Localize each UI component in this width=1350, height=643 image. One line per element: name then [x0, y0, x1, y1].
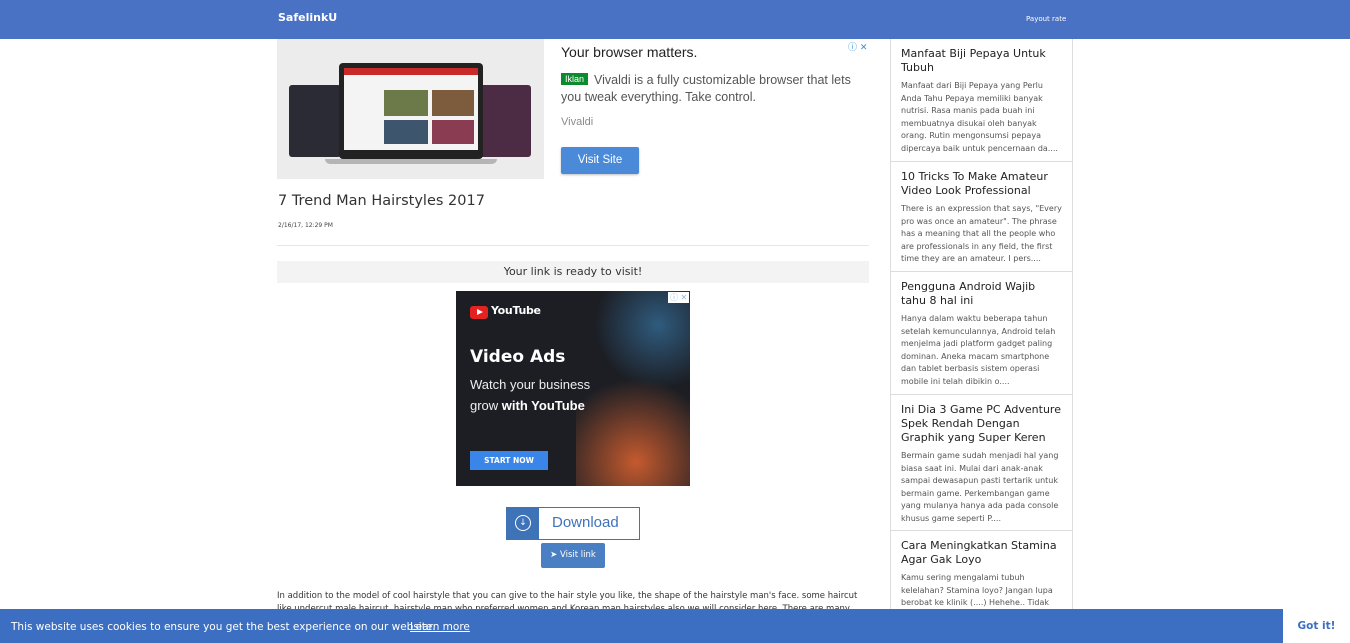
sidebar-card[interactable]: Manfaat Biji Pepaya Untuk Tubuh Manfaat … — [891, 39, 1072, 162]
laptop-base — [325, 159, 497, 164]
card-title[interactable]: Pengguna Android Wajib tahu 8 hal ini — [901, 280, 1062, 308]
card-excerpt: Manfaat dari Biji Pepaya yang Perlu Anda… — [901, 81, 1058, 153]
sidebar-card[interactable]: Cara Meningkatkan Stamina Agar Gak Loyo … — [891, 531, 1072, 613]
visit-link-button[interactable]: ➤ Visit link — [541, 543, 605, 568]
post-title: 7 Trend Man Hairstyles 2017 — [278, 193, 485, 209]
paper-plane-icon: ➤ — [550, 550, 560, 560]
ad-title[interactable]: Your browser matters. — [561, 44, 697, 60]
card-excerpt: Kamu sering mengalami tubuh kelelahan? S… — [901, 573, 1053, 607]
payout-rate-link[interactable]: Payout rate — [1026, 15, 1066, 23]
card-title[interactable]: Manfaat Biji Pepaya Untuk Tubuh — [901, 47, 1062, 75]
yt-ad-line1: Watch your business — [470, 377, 591, 392]
brand-logo[interactable]: SafelinkU — [278, 11, 337, 24]
download-label: Download — [552, 514, 619, 531]
device-image-right — [479, 85, 531, 157]
visit-site-button[interactable]: Visit Site — [561, 147, 639, 174]
sidebar-related-posts: Manfaat Biji Pepaya Untuk Tubuh Manfaat … — [890, 39, 1073, 614]
yt-adchoices-icon[interactable]: ⓘ ✕ — [668, 292, 690, 303]
download-button[interactable]: ↓ Download — [506, 507, 640, 540]
yt-ad-line2: grow with YouTube — [470, 398, 585, 413]
sidebar-card[interactable]: Pengguna Android Wajib tahu 8 hal ini Ha… — [891, 272, 1072, 395]
card-title[interactable]: Ini Dia 3 Game PC Adventure Spek Rendah … — [901, 403, 1062, 445]
divider — [277, 245, 869, 246]
youtube-wordmark: YouTube — [491, 304, 541, 317]
cookie-consent-bar: This website uses cookies to ensure you … — [0, 609, 1350, 643]
top-advertisement[interactable]: Your browser matters. ⓘ ✕ Vivaldi is a f… — [277, 39, 870, 180]
yt-ad-headline: Video Ads — [470, 347, 566, 367]
device-image-left — [289, 85, 341, 157]
laptop-image — [339, 63, 483, 159]
youtube-logo-icon — [470, 306, 488, 319]
download-icon: ↓ — [507, 508, 539, 539]
sidebar-card[interactable]: 10 Tricks To Make Amateur Video Look Pro… — [891, 162, 1072, 272]
ad-badge: Iklan — [561, 73, 589, 85]
adchoices-icon[interactable]: ⓘ ✕ — [848, 40, 867, 53]
card-excerpt: Bermain game sudah menjadi hal yang bias… — [901, 451, 1059, 523]
ad-image[interactable] — [277, 39, 544, 179]
ad-source: Vivaldi — [561, 116, 594, 128]
got-it-button[interactable]: Got it! — [1283, 609, 1350, 643]
start-now-button[interactable]: START NOW — [470, 451, 548, 470]
card-excerpt: There is an expression that says, "Every… — [901, 204, 1062, 263]
learn-more-link[interactable]: Learn more — [410, 621, 470, 633]
youtube-video-ad[interactable]: YouTube Video Ads Watch your business gr… — [456, 291, 690, 486]
post-date: 2/16/17, 12:29 PM — [278, 222, 333, 229]
ad-description: Vivaldi is a fully customizable browser … — [561, 73, 851, 104]
card-title[interactable]: Cara Meningkatkan Stamina Agar Gak Loyo — [901, 539, 1062, 567]
card-excerpt: Hanya dalam waktu beberapa tahun setelah… — [901, 314, 1056, 386]
cookie-message: This website uses cookies to ensure you … — [11, 621, 436, 633]
link-ready-banner: Your link is ready to visit! — [277, 261, 869, 283]
card-title[interactable]: 10 Tricks To Make Amateur Video Look Pro… — [901, 170, 1062, 198]
sidebar-card[interactable]: Ini Dia 3 Game PC Adventure Spek Rendah … — [891, 395, 1072, 531]
top-navbar: SafelinkU Payout rate — [0, 0, 1350, 39]
